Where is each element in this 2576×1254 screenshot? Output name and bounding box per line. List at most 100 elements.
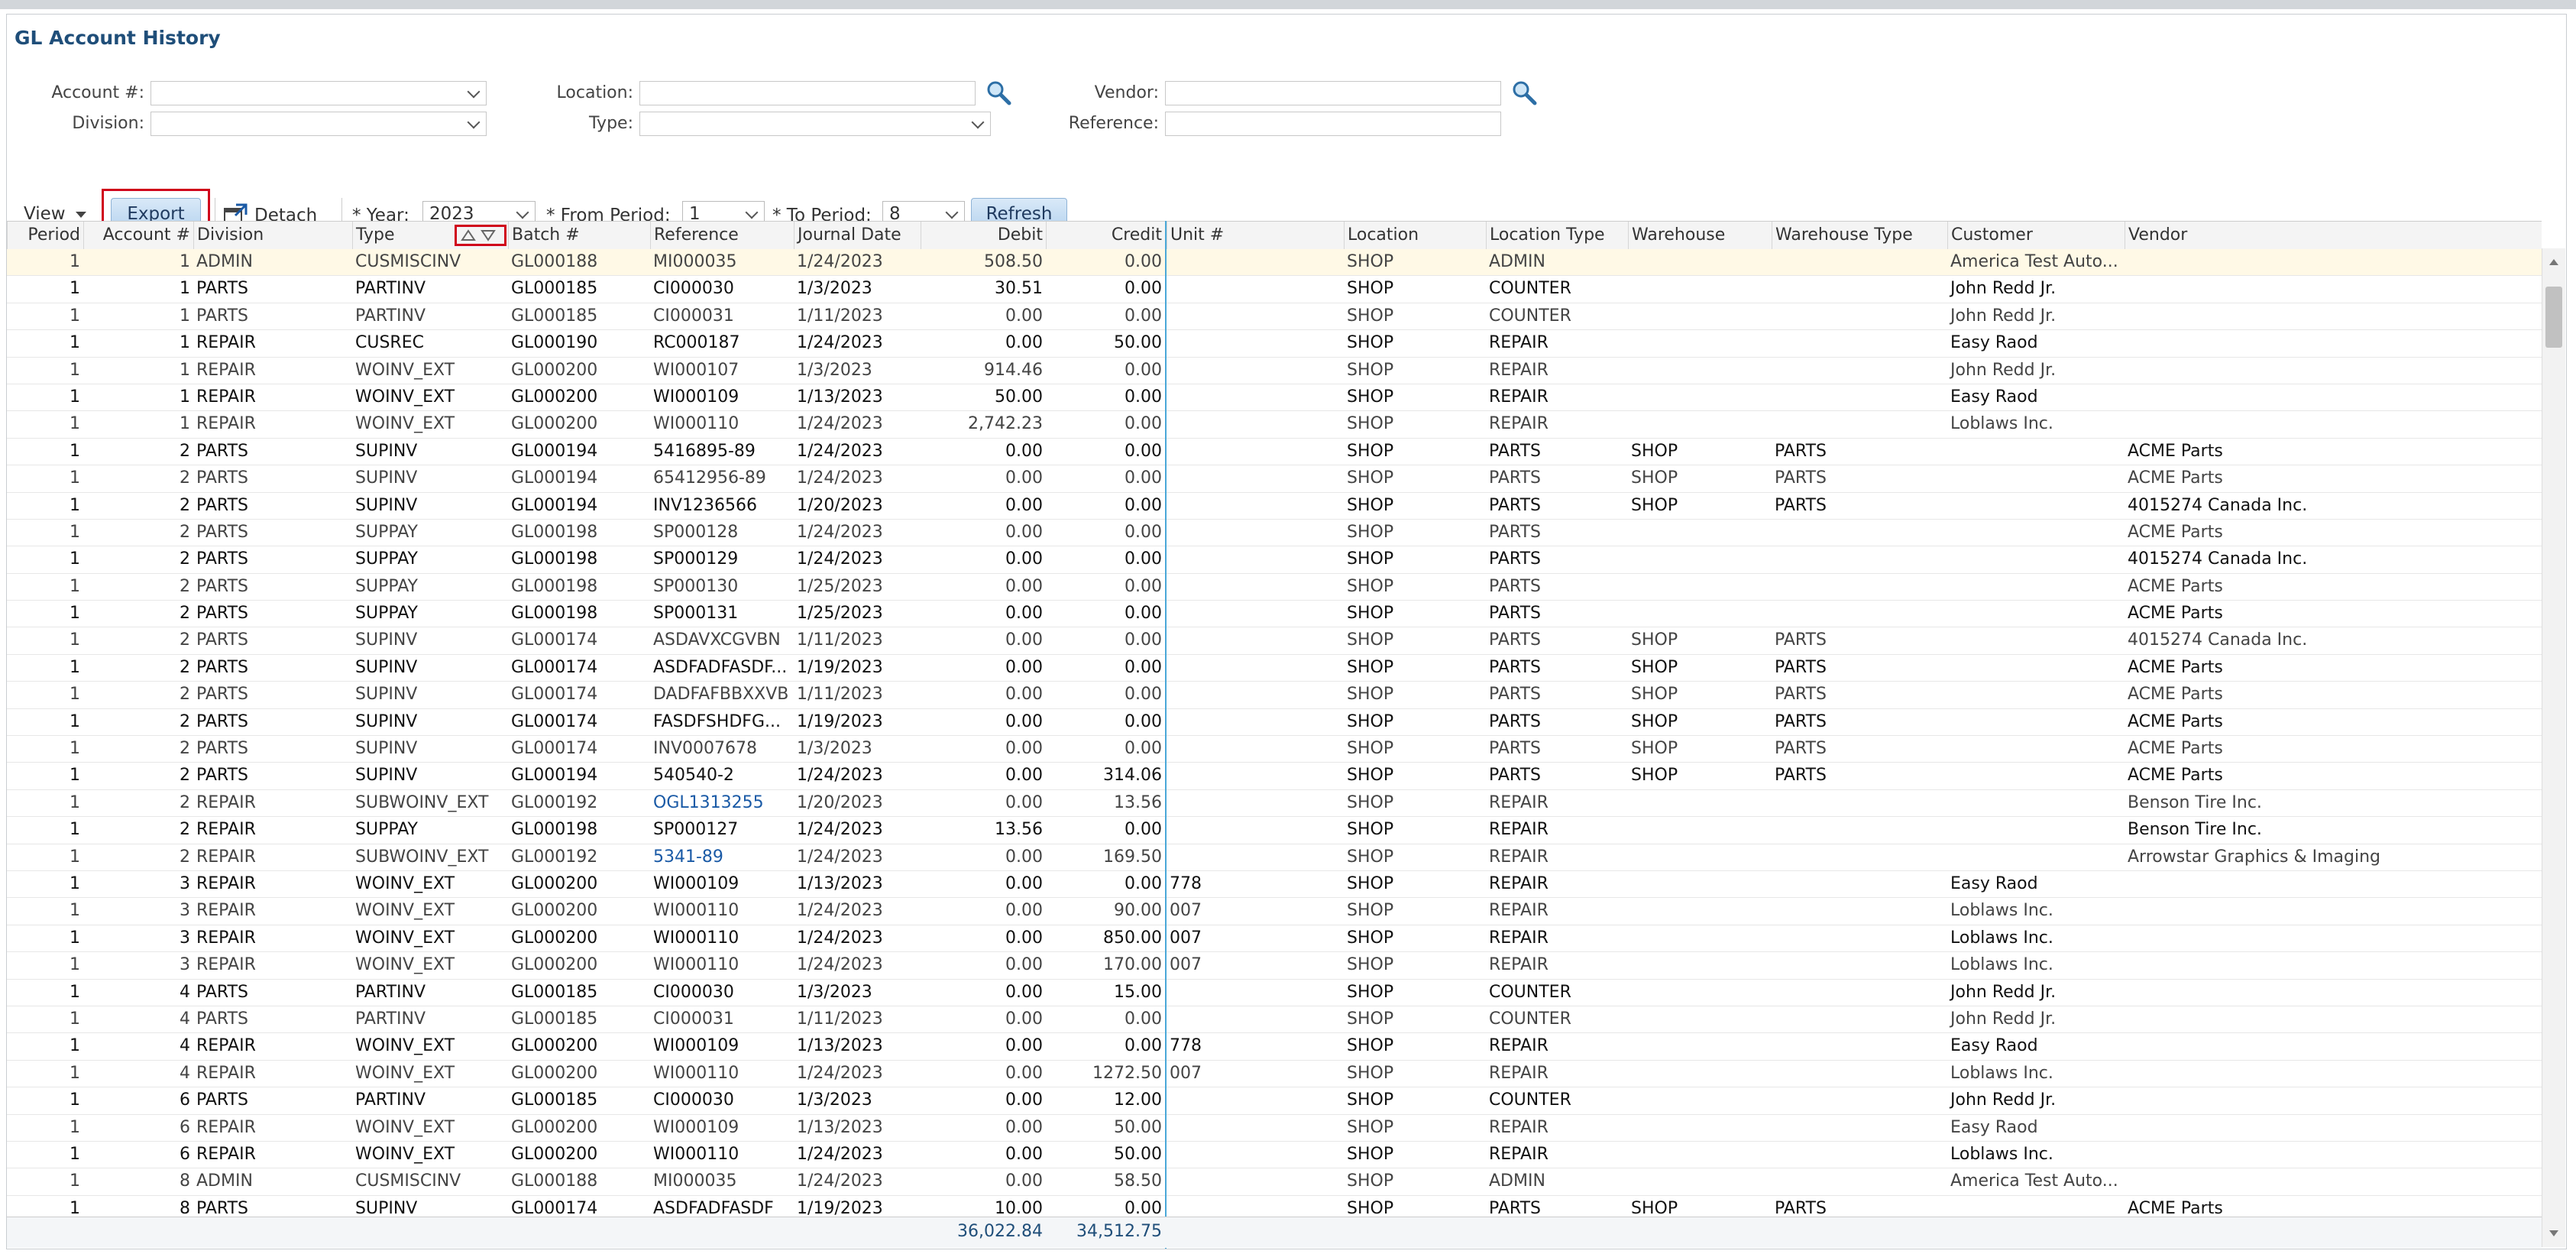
table-row[interactable]: 1 8 ADMIN CUSMISCINV GL000188 MI000035 1/24/20…	[7, 1168, 2542, 1196]
table-row[interactable]: 1 3 REPAIR WOINV_EXT GL000200 WI000110 1/24/20…	[7, 925, 2542, 953]
table-row[interactable]: 1 2 REPAIR SUBWOINV_EXT GL000192 OGL1313255 1/…	[7, 790, 2542, 818]
table-row[interactable]: 1 2 PARTS SUPINV GL000174 ASDAVXCGVBN 1/11/202…	[7, 627, 2542, 655]
table-row[interactable]: 1 2 PARTS SUPINV GL000194 65412956-89 1/24/202…	[7, 465, 2542, 493]
cell-vendor	[2125, 1006, 2542, 1032]
col-header-reference[interactable]: Reference	[650, 222, 794, 249]
cell-period: 1	[70, 468, 80, 488]
table-row[interactable]: 1 2 PARTS SUPPAY GL000198 SP000129 1/24/2023 0.…	[7, 546, 2542, 574]
cell-location-type: COUNTER	[1489, 306, 1571, 326]
table-row[interactable]: 1 2 PARTS SUPINV GL000194 540540-2 1/24/2023 0.…	[7, 763, 2542, 790]
reference-input[interactable]	[1165, 112, 1501, 136]
cell-period: 1	[70, 522, 80, 542]
table-row[interactable]: 1 4 PARTS PARTINV GL000185 CI000031 1/11/2023 0…	[7, 1006, 2542, 1034]
col-header-debit[interactable]: Debit	[921, 222, 1046, 249]
vendor-search-icon[interactable]	[1510, 79, 1538, 106]
account-select[interactable]	[150, 81, 487, 105]
location-input[interactable]	[639, 81, 976, 105]
col-header-warehouse-type[interactable]: Warehouse Type	[1772, 222, 1947, 249]
table-row[interactable]: 1 1 REPAIR CUSREC GL000190 RC000187 1/24/2023 0…	[7, 330, 2542, 358]
table-row[interactable]: 1 3 REPAIR WOINV_EXT GL000200 WI000110 1/24/20…	[7, 898, 2542, 925]
table-row[interactable]: 1 1 ADMIN CUSMISCINV GL000188 MI000035 1/24/20…	[7, 249, 2542, 277]
col-header-vendor[interactable]: Vendor	[2125, 222, 2542, 249]
col-header-division[interactable]: Division	[193, 222, 352, 249]
cell-account: 2	[180, 792, 190, 812]
col-header-warehouse[interactable]: Warehouse	[1628, 222, 1772, 249]
cell-period: 1	[70, 1063, 80, 1083]
scroll-down-icon[interactable]	[2549, 1230, 2558, 1236]
cell-batch: GL000200	[511, 1144, 598, 1164]
col-header-customer[interactable]: Customer	[1947, 222, 2125, 249]
cell-location-type: REPAIR	[1489, 360, 1549, 380]
cell-reference: WI000109	[653, 1036, 739, 1056]
cell-reference: WI000110	[653, 414, 739, 434]
table-row[interactable]: 1 3 REPAIR WOINV_EXT GL000200 WI000109 1/13/20…	[7, 871, 2542, 899]
cell-warehouse	[1628, 1168, 1772, 1194]
cell-warehouse-type	[1772, 1033, 1947, 1059]
col-header-period[interactable]: Period	[7, 222, 83, 249]
table-row[interactable]: 1 8 PARTS SUPINV GL000174 ASDFADFASDF 1/19/202…	[7, 1196, 2542, 1216]
cell-reference[interactable]: OGL1313255	[650, 790, 794, 816]
cell-account: 2	[180, 549, 190, 569]
table-row[interactable]: 1 4 REPAIR WOINV_EXT GL000200 WI000110 1/24/20…	[7, 1061, 2542, 1088]
table-row[interactable]: 1 2 PARTS SUPPAY GL000198 SP000128 1/24/2023 0.…	[7, 520, 2542, 547]
cell-credit: 0.00	[1125, 1036, 1162, 1056]
cell-type: WOINV_EXT	[355, 1117, 455, 1137]
table-row[interactable]: 1 1 REPAIR WOINV_EXT GL000200 WI000110 1/24/20…	[7, 411, 2542, 439]
cell-unit	[1167, 1006, 1344, 1032]
table-row[interactable]: 1 2 PARTS SUPINV GL000194 INV1236566 1/20/2023…	[7, 493, 2542, 520]
col-header-journal-date[interactable]: Journal Date	[794, 222, 921, 249]
table-row[interactable]: 1 1 REPAIR WOINV_EXT GL000200 WI000107 1/3/202…	[7, 358, 2542, 384]
vendor-input[interactable]	[1165, 81, 1501, 105]
cell-location: SHOP	[1347, 685, 1394, 705]
cell-location-type: ADMIN	[1489, 252, 1545, 271]
table-row[interactable]: 1 6 PARTS PARTINV GL000185 CI000030 1/3/2023 0.…	[7, 1087, 2542, 1115]
cell-type: CUSREC	[355, 333, 424, 353]
vertical-scrollbar[interactable]	[2542, 248, 2565, 1247]
col-header-credit[interactable]: Credit	[1046, 222, 1165, 249]
cell-debit: 0.00	[1005, 982, 1043, 1002]
table-row[interactable]: 1 6 REPAIR WOINV_EXT GL000200 WI000110 1/24/20…	[7, 1142, 2542, 1169]
cell-location-type: PARTS	[1489, 711, 1541, 731]
col-header-location-type[interactable]: Location Type	[1486, 222, 1628, 249]
cell-warehouse-type	[1772, 1168, 1947, 1194]
cell-reference: SP000130	[653, 576, 739, 596]
table-row[interactable]: 1 2 PARTS SUPPAY GL000198 SP000130 1/25/2023 0.…	[7, 574, 2542, 601]
scroll-thumb[interactable]	[2545, 287, 2562, 348]
table-row[interactable]: 1 1 REPAIR WOINV_EXT GL000200 WI000109 1/13/20…	[7, 384, 2542, 412]
table-row[interactable]: 1 2 PARTS SUPINV GL000174 INV0007678 1/3/2023 0…	[7, 736, 2542, 763]
cell-debit: 0.00	[1005, 495, 1043, 515]
cell-reference: WI000107	[653, 360, 739, 380]
table-row[interactable]: 1 4 REPAIR WOINV_EXT GL000200 WI000109 1/13/20…	[7, 1033, 2542, 1061]
table-row[interactable]: 1 1 PARTS PARTINV GL000185 CI000030 1/3/2023 30…	[7, 276, 2542, 303]
table-row[interactable]: 1 2 REPAIR SUPPAY GL000198 SP000127 1/24/2023 1…	[7, 817, 2542, 844]
table-row[interactable]: 1 3 REPAIR WOINV_EXT GL000200 WI000110 1/24/20…	[7, 952, 2542, 980]
table-row[interactable]: 1 4 PARTS PARTINV GL000185 CI000030 1/3/2023 0.…	[7, 980, 2542, 1006]
col-header-unit[interactable]: Unit #	[1167, 222, 1344, 249]
division-select[interactable]	[150, 112, 487, 136]
cell-reference[interactable]: 5341-89	[650, 844, 794, 870]
table-row[interactable]: 1 2 PARTS SUPINV GL000194 5416895-89 1/24/2023…	[7, 439, 2542, 466]
cell-reference: CI000031	[653, 306, 734, 326]
table-row[interactable]: 1 6 REPAIR WOINV_EXT GL000200 WI000109 1/13/20…	[7, 1115, 2542, 1142]
cell-account: 6	[180, 1144, 190, 1164]
table-row[interactable]: 1 2 PARTS SUPINV GL000174 FASDFSHDFG... 1/19/2…	[7, 709, 2542, 737]
cell-type: SUPPAY	[355, 576, 418, 596]
cell-journal-date: 1/24/2023	[797, 928, 883, 948]
cell-type: WOINV_EXT	[355, 360, 455, 380]
cell-warehouse: SHOP	[1631, 739, 1678, 759]
table-row[interactable]: 1 2 PARTS SUPINV GL000174 ASDFADFASDF... 1/19/…	[7, 655, 2542, 682]
col-header-account[interactable]: Account #	[83, 222, 193, 249]
cell-account: 2	[180, 711, 190, 731]
table-row[interactable]: 1 2 PARTS SUPPAY GL000198 SP000131 1/25/2023 0.…	[7, 601, 2542, 628]
type-select[interactable]	[639, 112, 991, 136]
col-header-batch[interactable]: Batch #	[508, 222, 650, 249]
table-row[interactable]: 1 2 PARTS SUPINV GL000174 DADFAFBBXXVB 1/11/20…	[7, 682, 2542, 709]
col-header-location[interactable]: Location	[1344, 222, 1486, 249]
cell-warehouse-type	[1772, 303, 1947, 329]
cell-account: 2	[180, 847, 190, 867]
sort-arrows-icon[interactable]	[455, 225, 506, 246]
location-search-icon[interactable]	[985, 79, 1012, 106]
table-row[interactable]: 1 1 PARTS PARTINV GL000185 CI000031 1/11/2023 0…	[7, 303, 2542, 331]
scroll-up-icon[interactable]	[2549, 259, 2558, 265]
table-row[interactable]: 1 2 REPAIR SUBWOINV_EXT GL000192 5341-89 1/24/…	[7, 844, 2542, 871]
